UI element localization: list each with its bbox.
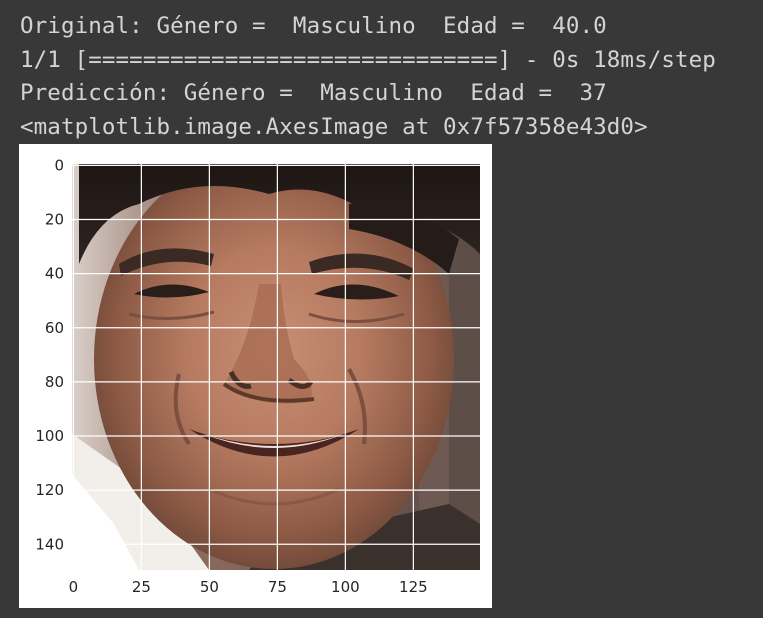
matplotlib-figure: 0 25 50 75 100 125 0 20 40 60 80 100 120 140 <box>19 144 492 608</box>
original-label-text: Original: Género = Masculino Edad = 40.0 <box>20 13 607 39</box>
x-tick-label: 25 <box>132 578 151 596</box>
prediction-text: Predicción: Género = Masculino Edad = 37 <box>20 80 607 106</box>
face-image-plot: 0 25 50 75 100 125 0 20 40 60 80 100 120 140 <box>35 156 480 596</box>
x-tick-label: 0 <box>69 578 79 596</box>
y-tick-label: 80 <box>45 373 64 391</box>
y-tick-label: 40 <box>45 265 64 283</box>
x-tick-label: 125 <box>399 578 428 596</box>
x-tick-label: 100 <box>331 578 360 596</box>
y-tick-label: 140 <box>35 535 64 553</box>
face-image <box>72 164 480 570</box>
y-tick-label: 0 <box>54 156 64 174</box>
y-tick-label: 60 <box>45 319 64 337</box>
progress-bar-text: 1/1 [==============================] - 0… <box>20 47 716 73</box>
y-tick-label: 120 <box>35 481 64 499</box>
y-tick-label: 100 <box>35 427 64 445</box>
axes-image-repr-text: <matplotlib.image.AxesImage at 0x7f57358… <box>20 114 648 140</box>
x-tick-label: 50 <box>200 578 219 596</box>
x-tick-label: 75 <box>268 578 287 596</box>
cell-output-area: Original: Género = Masculino Edad = 40.0… <box>0 0 763 618</box>
y-tick-label: 20 <box>45 210 64 228</box>
